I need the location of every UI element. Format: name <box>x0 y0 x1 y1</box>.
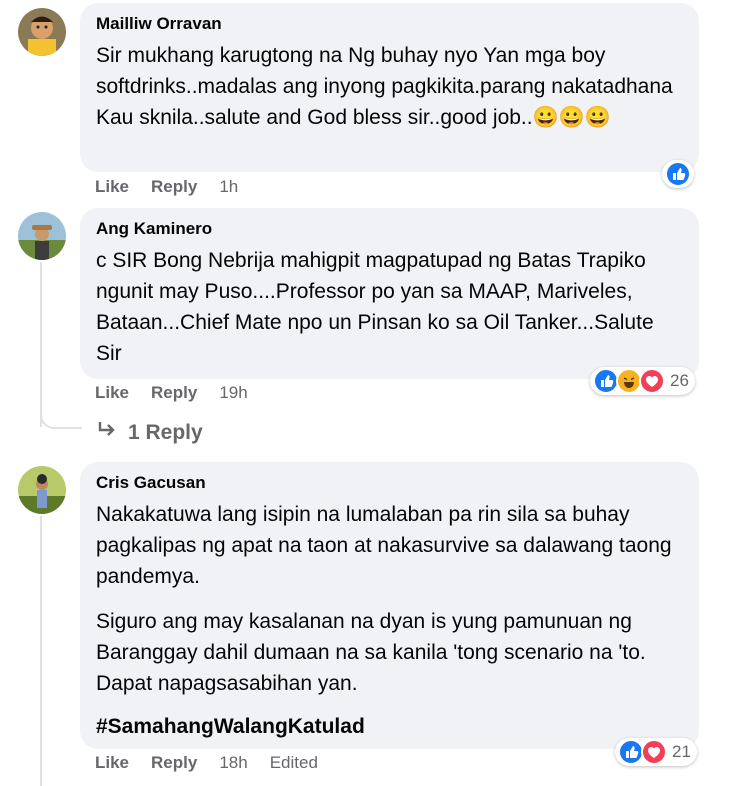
comment-author[interactable]: Cris Gacusan <box>96 472 685 494</box>
heart-icon <box>641 739 667 765</box>
reaction-count: 21 <box>672 742 691 761</box>
thread-curve <box>40 405 82 429</box>
comment-text: Siguro ang may kasalanan na dyan is yung… <box>96 610 646 695</box>
timestamp[interactable]: 19h <box>219 383 247 403</box>
comment-author[interactable]: Ang Kaminero <box>96 218 685 240</box>
comment-actions: Like Reply 19h <box>95 383 248 403</box>
comment-text: Nakakatuwa lang isipin na lumalaban pa r… <box>96 503 672 588</box>
heart-icon <box>639 368 665 394</box>
thread-line <box>40 516 42 786</box>
view-replies-label[interactable]: 1 Reply <box>128 421 203 445</box>
hashtag-link[interactable]: #SamahangWalangKatulad <box>96 713 685 741</box>
timestamp[interactable]: 1h <box>219 177 238 197</box>
reaction-count: 26 <box>670 371 689 390</box>
comment-author[interactable]: Mailliw Orravan <box>96 13 685 35</box>
like-button[interactable]: Like <box>95 383 129 403</box>
reply-button[interactable]: Reply <box>151 177 197 197</box>
comment-text: c SIR Bong Nebrija mahigpit magpatupad n… <box>96 249 654 365</box>
comment-bubble: Mailliw Orravan Sir mukhang karugtong na… <box>80 3 699 172</box>
comment-bubble: Ang Kaminero c SIR Bong Nebrija mahigpit… <box>80 208 699 379</box>
avatar[interactable] <box>18 8 66 56</box>
reaction-summary[interactable]: 26 <box>590 367 695 395</box>
reply-arrow-icon <box>96 420 118 446</box>
thread-line <box>40 262 42 427</box>
like-button[interactable]: Like <box>95 177 129 197</box>
avatar[interactable] <box>18 212 66 260</box>
edited-label: Edited <box>269 753 318 772</box>
view-replies-link[interactable]: 1 Reply <box>96 420 203 446</box>
timestamp[interactable]: 18h <box>219 753 247 773</box>
comment-text: Sir mukhang karugtong na Ng buhay nyo Ya… <box>96 44 673 129</box>
like-icon <box>665 161 691 187</box>
reply-button[interactable]: Reply <box>151 753 197 773</box>
reply-button[interactable]: Reply <box>151 383 197 403</box>
reaction-summary[interactable]: 21 <box>615 738 697 766</box>
reaction-summary[interactable] <box>662 160 694 188</box>
avatar[interactable] <box>18 466 66 514</box>
comment-actions: Like Reply 1h <box>95 177 238 197</box>
comment-actions: Like Reply 18h Edited <box>95 753 318 773</box>
comment-bubble: Cris Gacusan Nakakatuwa lang isipin na l… <box>80 462 699 749</box>
like-button[interactable]: Like <box>95 753 129 773</box>
